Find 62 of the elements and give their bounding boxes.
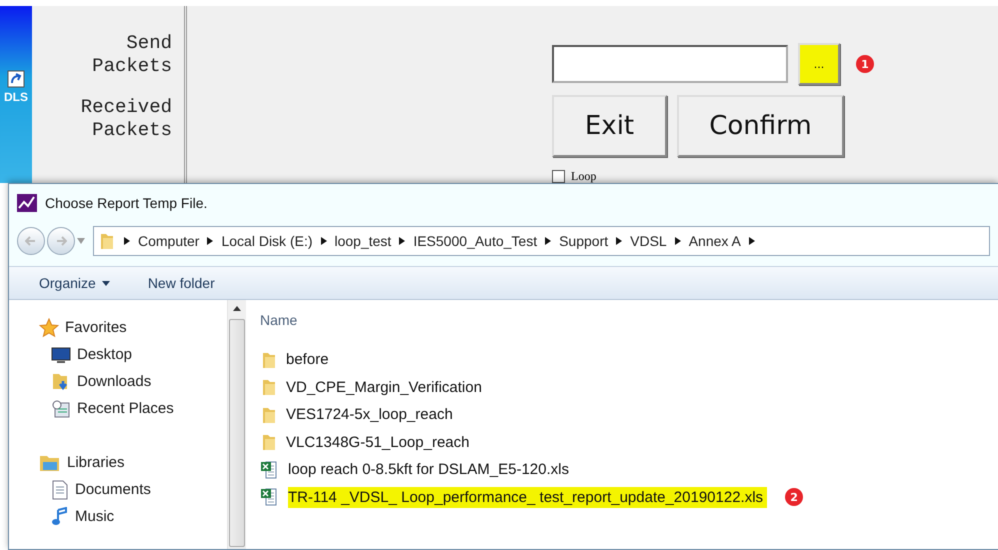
breadcrumb-item[interactable]: Support: [559, 233, 608, 249]
chevron-icon: [545, 237, 552, 245]
app-icon: [17, 194, 37, 212]
breadcrumb-item[interactable]: Annex A: [688, 233, 741, 249]
back-arrow-icon: [25, 235, 37, 247]
document-icon: [51, 480, 69, 500]
breadcrumb-item[interactable]: VDSL: [630, 233, 667, 249]
breadcrumb-item[interactable]: loop_test: [334, 233, 392, 249]
shortcut-icon: [7, 70, 25, 88]
music-note-icon: [51, 506, 69, 526]
chevron-icon: [124, 237, 130, 245]
forward-arrow-icon: [55, 235, 67, 247]
chevron-icon: [748, 237, 755, 245]
nav-item[interactable]: Documents: [75, 481, 151, 498]
file-name[interactable]: VES1724-5x_loop_reach: [286, 404, 457, 426]
nav-item[interactable]: Downloads: [77, 373, 152, 390]
scrollbar[interactable]: [227, 300, 246, 549]
nav-item[interactable]: Recent Places: [77, 400, 174, 417]
confirm-button[interactable]: Confirm: [677, 95, 844, 157]
exit-button[interactable]: Exit: [552, 95, 667, 157]
file-name[interactable]: VLC1348G-51_Loop_reach: [286, 432, 474, 453]
breadcrumb-item[interactable]: IES5000_Auto_Test: [413, 233, 538, 249]
nav-group-label[interactable]: Favorites: [65, 319, 127, 336]
recent-places-icon: [51, 398, 71, 418]
back-button[interactable]: [17, 227, 45, 255]
file-name[interactable]: before: [286, 349, 333, 370]
browse-button[interactable]: ...: [798, 43, 840, 85]
annotation-badge: 1: [856, 55, 874, 73]
chevron-icon: [399, 237, 406, 245]
scroll-up-icon[interactable]: [233, 306, 241, 311]
breadcrumb-item[interactable]: Local Disk (E:): [221, 233, 312, 249]
loop-checkbox[interactable]: [552, 170, 565, 183]
nav-group-label[interactable]: Libraries: [67, 454, 125, 471]
column-header[interactable]: Name: [260, 312, 998, 328]
star-icon: [39, 318, 59, 338]
folder-icon: [260, 406, 278, 424]
forward-button[interactable]: [47, 227, 75, 255]
packets-label: Received Packets: [80, 96, 172, 142]
folder-icon: [260, 378, 278, 396]
folder-icon: [260, 350, 278, 369]
dialog-title: Choose Report Temp File.: [45, 195, 208, 211]
file-name[interactable]: TR-114 _VDSL_ Loop_performance_ test_report_update_20190122.xls: [288, 486, 768, 508]
packets-label: Send Packets: [91, 32, 172, 78]
annotation-badge: 2: [785, 488, 804, 506]
breadcrumb-item[interactable]: Computer: [138, 233, 200, 249]
file-name[interactable]: VD_CPE_Margin_Verification: [286, 376, 486, 398]
monitor-icon: [51, 346, 71, 364]
address-bar[interactable]: Computer Local Disk (E:) loop_test IES5000_Auto_Test Support VDSL Annex A: [93, 226, 990, 256]
caret-icon[interactable]: [77, 238, 85, 244]
chevron-icon: [207, 237, 214, 245]
folder-icon: [260, 433, 278, 452]
toolbar-button[interactable]: Organize: [39, 275, 110, 291]
chevron-icon: [616, 237, 622, 245]
toolbar-button[interactable]: New folder: [148, 275, 215, 291]
file-path-field[interactable]: [552, 45, 788, 83]
chevron-icon: [674, 237, 681, 245]
chevron-icon: [320, 237, 326, 245]
nav-item[interactable]: Music: [75, 508, 114, 525]
file-name[interactable]: loop reach 0-8.5kft for DSLAM_E5-120.xls: [288, 459, 573, 480]
nav-item[interactable]: Desktop: [77, 346, 132, 363]
loop-label: Loop: [571, 169, 596, 184]
folder-icon: [98, 232, 116, 250]
